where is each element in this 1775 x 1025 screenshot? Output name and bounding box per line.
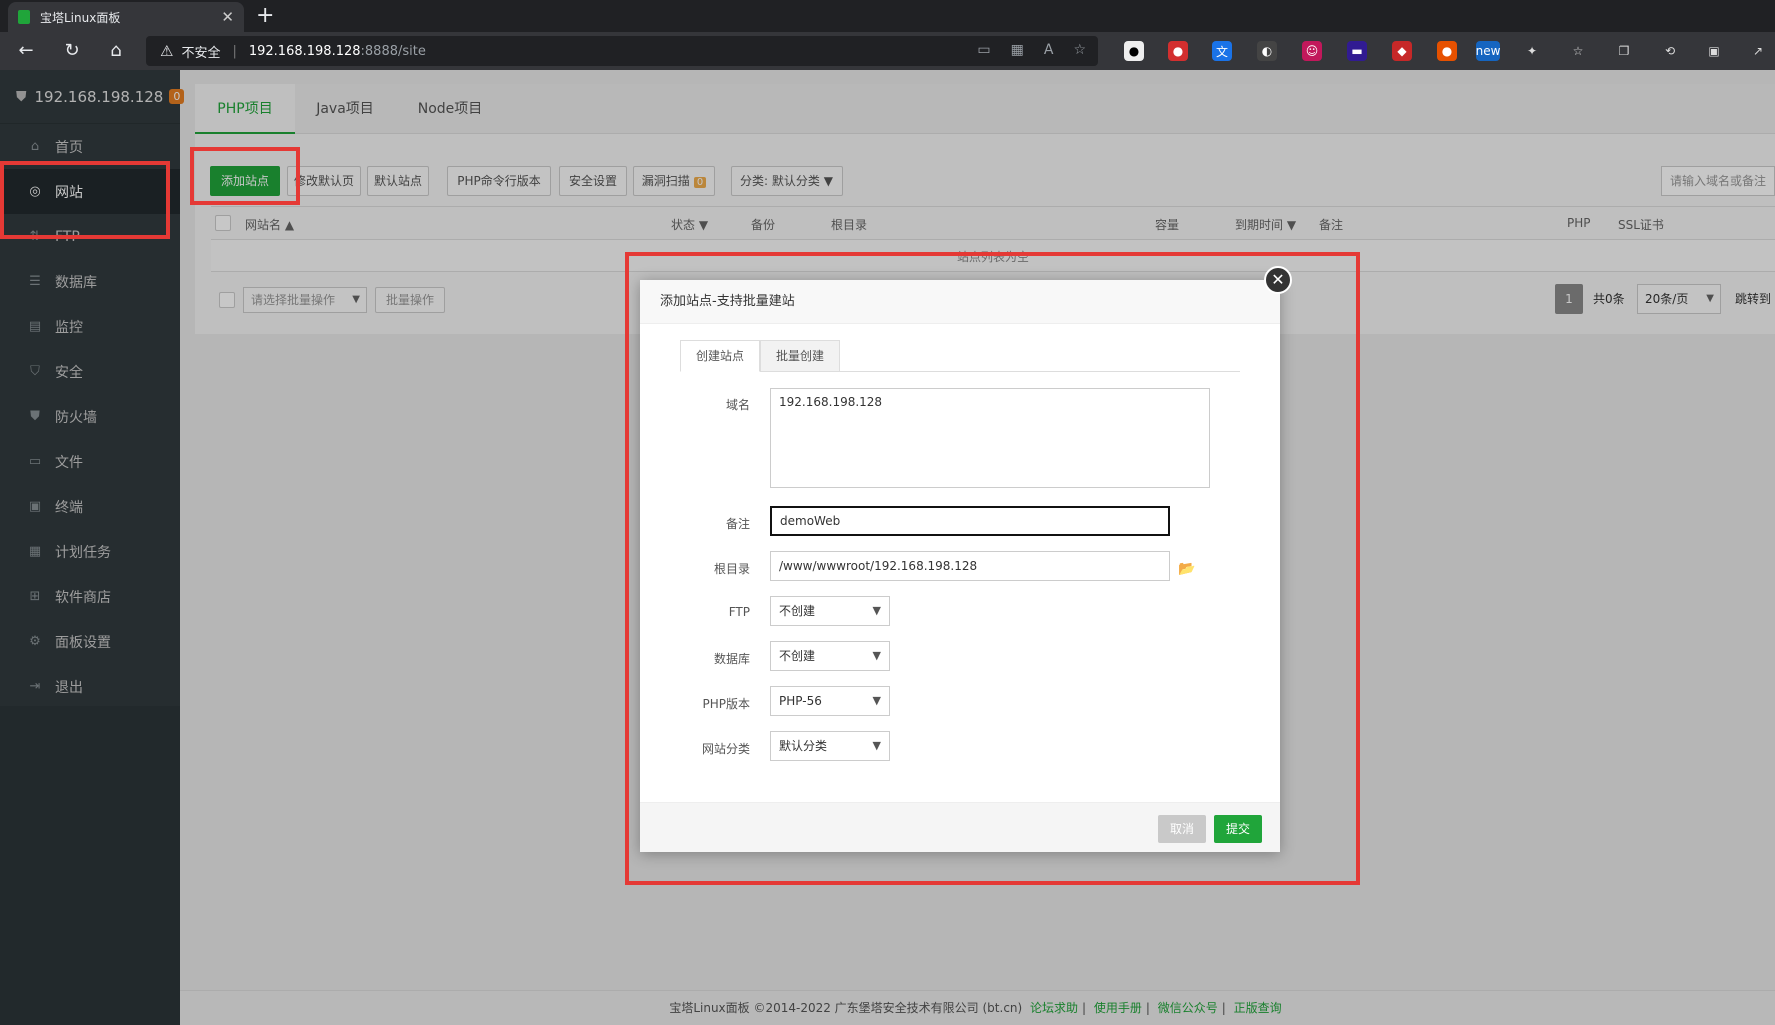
close-tab-icon[interactable]: ✕ [221, 8, 234, 26]
favorites-icon[interactable]: ☆ [1568, 41, 1588, 61]
back-icon[interactable]: ← [14, 40, 38, 61]
collections-icon[interactable]: ❐ [1614, 41, 1634, 61]
tab-title: 宝塔Linux面板 [40, 10, 121, 25]
security-status: 不安全 [181, 45, 221, 61]
extension-icon[interactable]: ◆ [1392, 41, 1412, 61]
highlight-add-site-dialog [625, 252, 1360, 885]
new-badge-icon[interactable]: new [1476, 41, 1500, 61]
share-icon[interactable]: ↗ [1748, 41, 1768, 61]
screenshot-icon[interactable]: ▣ [1704, 41, 1724, 61]
browser-toolbar: ← ↻ ⌂ ⚠ 不安全 | 192.168.198.128 :8888/site… [0, 32, 1775, 70]
favorite-add-icon[interactable]: ☆ [1073, 42, 1086, 58]
extension-icon[interactable]: ◐ [1257, 41, 1277, 61]
read-aloud-icon[interactable]: A [1044, 42, 1054, 58]
extensions-icon[interactable]: ✦ [1522, 41, 1542, 61]
home-button-icon[interactable]: ⌂ [104, 40, 128, 61]
extension-icon[interactable]: ● [1124, 41, 1144, 61]
favicon-icon [18, 10, 30, 24]
address-bar[interactable]: ⚠ 不安全 | 192.168.198.128 :8888/site ▭ ▦ A… [146, 36, 1098, 66]
browser-tab[interactable]: 宝塔Linux面板 ✕ [8, 2, 244, 32]
extension-icon[interactable]: ☺ [1302, 41, 1322, 61]
reload-icon[interactable]: ↻ [60, 40, 84, 61]
url-host: 192.168.198.128 [248, 43, 361, 59]
highlight-website-menu [0, 161, 170, 239]
cast-icon[interactable]: ▭ [977, 42, 990, 58]
apps-icon[interactable]: ▦ [1011, 42, 1024, 58]
translate-icon[interactable]: 文 [1212, 41, 1232, 61]
warning-icon: ⚠ [160, 42, 174, 60]
extension-icon[interactable]: ▬ [1347, 41, 1367, 61]
browser-tab-bar: 宝塔Linux面板 ✕ + [0, 0, 1775, 32]
highlight-add-site-button [190, 147, 300, 205]
new-tab-icon[interactable]: + [256, 3, 274, 28]
cookie-icon[interactable]: ● [1437, 41, 1457, 61]
history-icon[interactable]: ⟲ [1660, 41, 1680, 61]
url-path: :8888/site [360, 43, 426, 59]
extension-icon[interactable]: ● [1168, 41, 1188, 61]
